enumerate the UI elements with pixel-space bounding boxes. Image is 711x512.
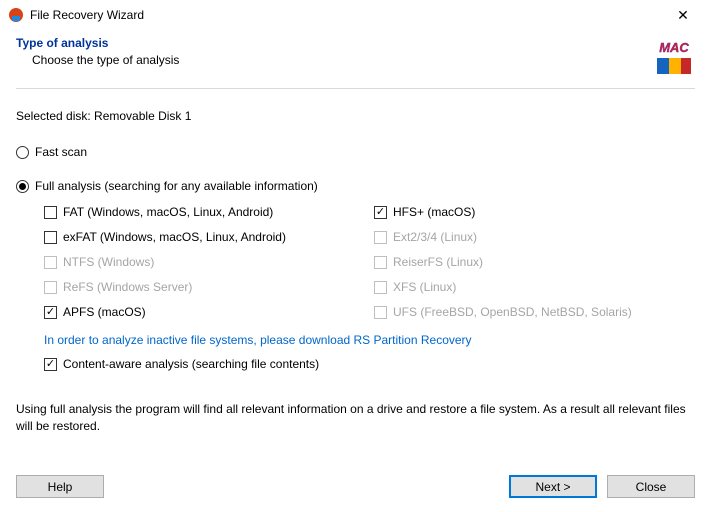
fs-reiser-checkbox: ReiserFS (Linux) [374, 255, 695, 269]
checkbox-icon [44, 358, 57, 371]
fs-xfs-checkbox: XFS (Linux) [374, 280, 695, 294]
checkbox-icon [44, 206, 57, 219]
checkbox-icon [374, 206, 387, 219]
fast-scan-label: Fast scan [35, 145, 87, 159]
help-button[interactable]: Help [16, 475, 104, 498]
fs-label: ReFS (Windows Server) [63, 280, 192, 294]
app-icon [8, 7, 24, 23]
fs-label: UFS (FreeBSD, OpenBSD, NetBSD, Solaris) [393, 305, 632, 319]
window-title: File Recovery Wizard [30, 8, 663, 22]
checkbox-icon [44, 281, 57, 294]
content-aware-checkbox[interactable]: Content-aware analysis (searching file c… [44, 357, 695, 371]
download-partition-recovery-link[interactable]: In order to analyze inactive file system… [44, 333, 695, 347]
page-title: Type of analysis [16, 36, 653, 50]
radio-icon [16, 146, 29, 159]
fs-fat-checkbox[interactable]: FAT (Windows, macOS, Linux, Android) [44, 205, 374, 219]
fs-label: Ext2/3/4 (Linux) [393, 230, 477, 244]
svg-text:MAC: MAC [659, 40, 689, 55]
fs-label: HFS+ (macOS) [393, 205, 475, 219]
fs-ufs-checkbox: UFS (FreeBSD, OpenBSD, NetBSD, Solaris) [374, 305, 695, 319]
selected-disk-label: Selected disk: Removable Disk 1 [16, 109, 695, 123]
close-button[interactable]: Close [607, 475, 695, 498]
fs-refs-checkbox: ReFS (Windows Server) [44, 280, 374, 294]
checkbox-icon [374, 306, 387, 319]
product-logo-mac: MAC [653, 36, 695, 78]
fs-label: FAT (Windows, macOS, Linux, Android) [63, 205, 273, 219]
close-icon[interactable]: ✕ [663, 7, 703, 24]
checkbox-icon [374, 231, 387, 244]
checkbox-icon [44, 231, 57, 244]
fs-label: NTFS (Windows) [63, 255, 154, 269]
checkbox-icon [44, 306, 57, 319]
fs-label: APFS (macOS) [63, 305, 146, 319]
page-subtitle: Choose the type of analysis [32, 53, 653, 67]
fs-hfs-checkbox[interactable]: HFS+ (macOS) [374, 205, 695, 219]
wizard-header: Type of analysis Choose the type of anal… [16, 30, 695, 89]
full-analysis-radio[interactable]: Full analysis (searching for any availab… [16, 179, 695, 193]
filesystem-grid: FAT (Windows, macOS, Linux, Android) HFS… [44, 205, 695, 319]
analysis-description: Using full analysis the program will fin… [16, 401, 695, 463]
fs-label: ReiserFS (Linux) [393, 255, 483, 269]
checkbox-icon [374, 256, 387, 269]
fs-label: exFAT (Windows, macOS, Linux, Android) [63, 230, 286, 244]
radio-icon [16, 180, 29, 193]
button-bar: Help Next > Close [16, 463, 695, 512]
fs-exfat-checkbox[interactable]: exFAT (Windows, macOS, Linux, Android) [44, 230, 374, 244]
checkbox-icon [374, 281, 387, 294]
full-analysis-label: Full analysis (searching for any availab… [35, 179, 318, 193]
fast-scan-radio[interactable]: Fast scan [16, 145, 695, 159]
fs-label: XFS (Linux) [393, 280, 456, 294]
checkbox-icon [44, 256, 57, 269]
titlebar: File Recovery Wizard ✕ [0, 0, 711, 30]
fs-apfs-checkbox[interactable]: APFS (macOS) [44, 305, 374, 319]
fs-ntfs-checkbox: NTFS (Windows) [44, 255, 374, 269]
fs-ext-checkbox: Ext2/3/4 (Linux) [374, 230, 695, 244]
next-button[interactable]: Next > [509, 475, 597, 498]
content-aware-label: Content-aware analysis (searching file c… [63, 357, 319, 371]
